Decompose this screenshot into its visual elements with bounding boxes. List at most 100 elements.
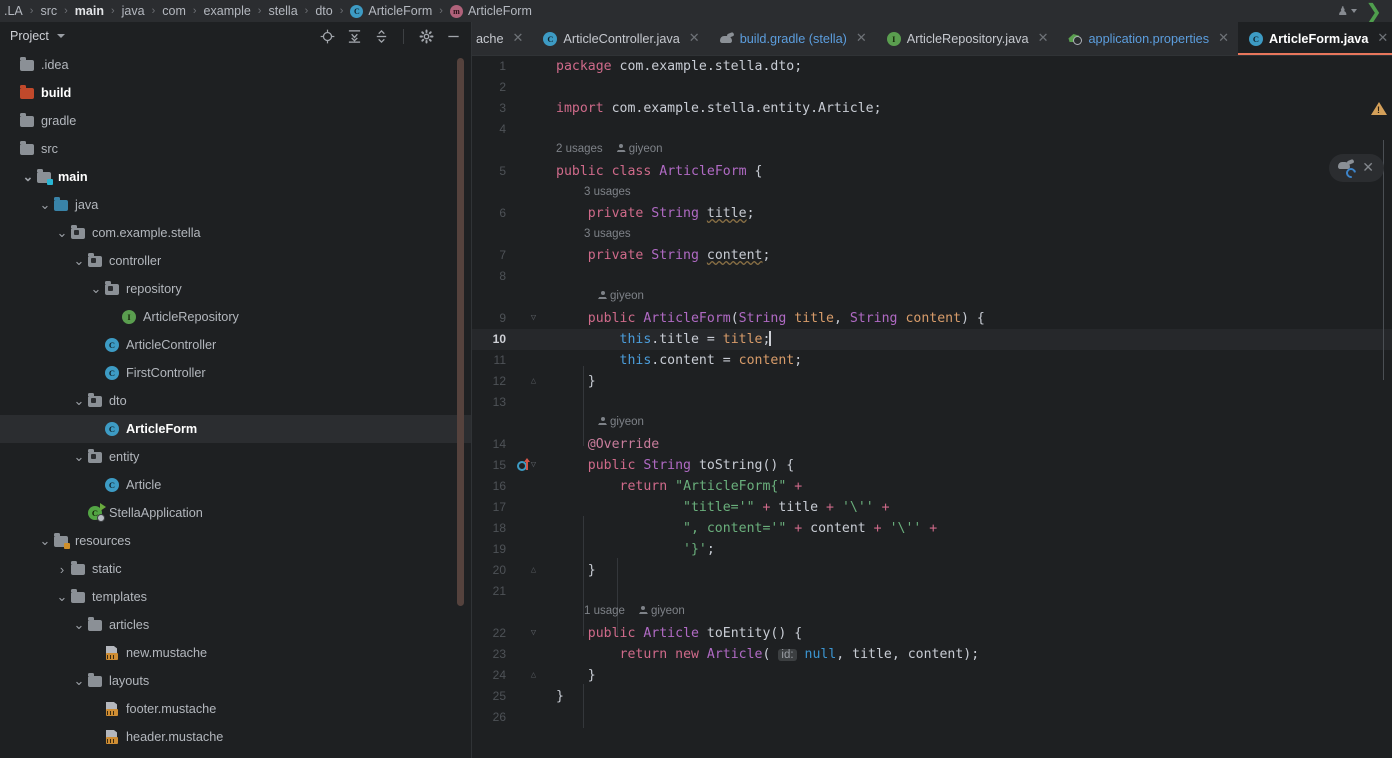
editor-gutter[interactable] (512, 392, 542, 413)
code-line-15[interactable]: 15 ▽ public String toString() { (472, 455, 1392, 476)
code-line-13[interactable]: 13 (472, 392, 1392, 413)
editor-gutter[interactable] (512, 161, 542, 182)
chevron-down-icon[interactable]: ⌄ (38, 534, 52, 548)
chevron-down-icon[interactable]: ⌄ (55, 590, 69, 604)
editor-gutter[interactable] (512, 119, 542, 140)
editor-gutter[interactable] (512, 686, 542, 707)
editor-gutter[interactable] (512, 707, 542, 728)
chevron-down-icon[interactable]: ⌄ (89, 282, 103, 296)
tree-node-static[interactable]: › static (0, 555, 471, 583)
editor-scrollbar[interactable] (1383, 140, 1384, 380)
editor-gutter[interactable]: ▽ (512, 623, 542, 644)
breadcrumb-item-java[interactable]: java (120, 4, 147, 18)
fold-collapse-icon[interactable]: ▽ (529, 629, 538, 638)
editor-gutter[interactable] (512, 329, 542, 350)
close-icon[interactable]: ✕ (856, 32, 867, 45)
code-editor[interactable]: 1 package com.example.stella.dto; 2 3 import… (472, 56, 1392, 758)
user-account-button[interactable]: ♟ (1332, 3, 1361, 20)
chevron-right-icon[interactable]: › (55, 562, 69, 577)
run-chevron-icon[interactable]: ❯ (1363, 1, 1388, 21)
code-line-16[interactable]: 16 return "ArticleForm{" + (472, 476, 1392, 497)
code-line-6[interactable]: 6 private String title; (472, 203, 1392, 224)
editor-gutter[interactable] (512, 98, 542, 119)
tree-node-stellaapplication[interactable]: C StellaApplication (0, 499, 471, 527)
editor-gutter[interactable] (512, 245, 542, 266)
close-icon[interactable]: ✕ (1218, 32, 1229, 45)
close-icon[interactable]: ✕ (513, 32, 524, 45)
editor-gutter[interactable] (512, 434, 542, 455)
editor-gutter[interactable]: ▽ (512, 455, 542, 476)
tree-node-articlecontroller[interactable]: C ArticleController (0, 331, 471, 359)
breadcrumb-item-main[interactable]: main (73, 4, 106, 18)
breadcrumb-item-articleform[interactable]: C ArticleForm (348, 4, 434, 18)
editor-gutter[interactable] (512, 518, 542, 539)
tree-node-firstcontroller[interactable]: C FirstController (0, 359, 471, 387)
code-line-11[interactable]: 11 this.content = content; (472, 350, 1392, 371)
breadcrumb-item-stella[interactable]: stella (266, 4, 299, 18)
tree-node-repository[interactable]: ⌄ repository (0, 275, 471, 303)
tree-node-templates[interactable]: ⌄ templates (0, 583, 471, 611)
tree-node-entity[interactable]: ⌄ entity (0, 443, 471, 471)
code-line-4[interactable]: 4 (472, 119, 1392, 140)
code-line-1[interactable]: 1 package com.example.stella.dto; (472, 56, 1392, 77)
code-line-26[interactable]: 26 (472, 707, 1392, 728)
fold-end-icon[interactable]: △ (529, 671, 538, 680)
tree-node-articles[interactable]: ⌄ articles (0, 611, 471, 639)
editor-gutter[interactable]: △ (512, 371, 542, 392)
editor-gutter[interactable] (512, 266, 542, 287)
tree-node-new-mustache[interactable]: new.mustache (0, 639, 471, 667)
code-line-9[interactable]: 9 ▽ public ArticleForm(String title, Stri… (472, 308, 1392, 329)
code-line-3[interactable]: 3 import com.example.stella.entity.Articl… (472, 98, 1392, 119)
breadcrumb-item-src[interactable]: src (38, 4, 59, 18)
editor-gutter[interactable] (512, 56, 542, 77)
project-tree[interactable]: .idea build gradle src ⌄ main ⌄ java ⌄ com.exampl… (0, 50, 471, 758)
editor-gutter[interactable] (512, 497, 542, 518)
code-author-hint[interactable]: giyeon (598, 290, 644, 302)
tree-node-com-example-stella[interactable]: ⌄ com.example.stella (0, 219, 471, 247)
editor-gutter[interactable] (512, 581, 542, 602)
close-icon[interactable]: ✕ (689, 32, 700, 45)
warning-triangle-icon[interactable]: ! (1371, 102, 1387, 115)
tree-node-header-mustache[interactable]: header.mustache (0, 723, 471, 751)
collapse-all-icon[interactable] (373, 28, 389, 44)
code-line-18[interactable]: 18 ", content='" + content + '\'' + (472, 518, 1392, 539)
fold-end-icon[interactable]: △ (529, 566, 538, 575)
editor-tab-articleform-java[interactable]: C ArticleForm.java ✕ (1237, 22, 1392, 55)
select-opened-file-icon[interactable] (319, 28, 335, 44)
tree-node-layouts[interactable]: ⌄ layouts (0, 667, 471, 695)
tree-node-articlerepository[interactable]: I ArticleRepository (0, 303, 471, 331)
code-line-21[interactable]: 21 (472, 581, 1392, 602)
editor-tab-articlerepository-java[interactable]: I ArticleRepository.java ✕ (876, 22, 1058, 55)
tree-node-src[interactable]: src (0, 135, 471, 163)
code-line-7[interactable]: 7 private String content; (472, 245, 1392, 266)
close-icon[interactable]: ✕ (1038, 32, 1049, 45)
usages-hint[interactable]: 3 usages (584, 186, 631, 198)
usages-hint[interactable]: 2 usages (556, 143, 603, 155)
tree-node-article[interactable]: C Article (0, 471, 471, 499)
code-line-25[interactable]: 25} (472, 686, 1392, 707)
chevron-down-icon[interactable]: ⌄ (72, 450, 86, 464)
fold-collapse-icon[interactable]: ▽ (529, 461, 538, 470)
code-line-12[interactable]: 12 △ } (472, 371, 1392, 392)
breadcrumb-item-example[interactable]: example (202, 4, 253, 18)
code-line-20[interactable]: 20 △ } (472, 560, 1392, 581)
code-line-24[interactable]: 24 △ } (472, 665, 1392, 686)
tree-node-dto[interactable]: ⌄ dto (0, 387, 471, 415)
gradle-reload-notification[interactable]: ✕ (1329, 154, 1384, 182)
breadcrumb-item-com[interactable]: com (160, 4, 188, 18)
fold-collapse-icon[interactable]: ▽ (529, 314, 538, 323)
tree-node-java[interactable]: ⌄ java (0, 191, 471, 219)
chevron-down-icon[interactable]: ⌄ (38, 198, 52, 212)
expand-all-icon[interactable] (346, 28, 362, 44)
tree-node-main[interactable]: ⌄ main (0, 163, 471, 191)
project-view-dropdown-icon[interactable] (56, 34, 65, 38)
chevron-down-icon[interactable]: ⌄ (21, 170, 35, 184)
editor-gutter[interactable] (512, 203, 542, 224)
editor-gutter[interactable]: △ (512, 560, 542, 581)
code-author-hint[interactable]: giyeon (598, 416, 644, 428)
code-author-hint[interactable]: giyeon (639, 605, 685, 617)
fold-end-icon[interactable]: △ (529, 377, 538, 386)
editor-gutter[interactable] (512, 77, 542, 98)
tree-node-build[interactable]: build (0, 79, 471, 107)
settings-gear-icon[interactable] (418, 28, 434, 44)
